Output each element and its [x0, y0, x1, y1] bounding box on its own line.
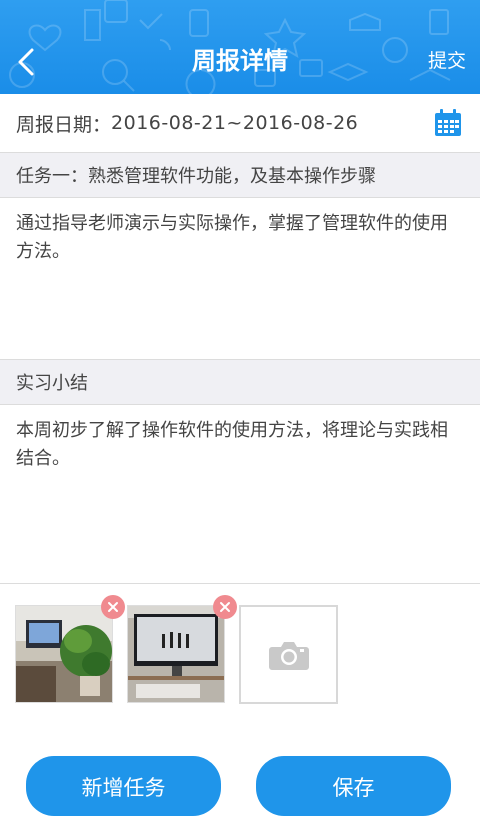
report-date-row[interactable]: 周报日期： 2016-08-21~2016-08-26 — [0, 94, 480, 153]
submit-button[interactable]: 提交 — [428, 48, 466, 74]
add-photo-button[interactable] — [239, 605, 338, 704]
calendar-icon[interactable] — [434, 109, 462, 137]
delete-photo-2-button[interactable] — [213, 595, 237, 619]
header-bar: 周报详情 提交 — [0, 0, 480, 94]
office-desk-plant-photo — [16, 606, 112, 702]
close-icon — [108, 602, 118, 612]
report-date-value: 2016-08-21~2016-08-26 — [111, 112, 359, 134]
report-date-label: 周报日期： — [16, 113, 112, 136]
summary-content-textarea[interactable]: 本周初步了解了操作软件的使用方法，将理论与实践相结合。 — [0, 405, 480, 584]
add-task-button[interactable]: 新增任务 — [26, 756, 221, 816]
task-title-bar: 任务一：熟悉管理软件功能，及基本操作步骤 — [0, 153, 480, 198]
delete-photo-1-button[interactable] — [101, 595, 125, 619]
camera-icon — [268, 641, 309, 670]
close-icon — [220, 602, 230, 612]
page-title: 周报详情 — [192, 47, 288, 75]
save-button[interactable]: 保存 — [256, 756, 451, 816]
task-content-textarea[interactable]: 通过指导老师演示与实际操作，掌握了管理软件的使用方法。 — [0, 198, 480, 360]
computer-monitor-photo — [128, 606, 224, 702]
photo-thumbnail-2[interactable] — [127, 605, 225, 703]
task-title: 任务一：熟悉管理软件功能，及基本操作步骤 — [16, 166, 376, 187]
photo-thumbnail-1[interactable] — [15, 605, 113, 703]
summary-title-bar: 实习小结 — [0, 360, 480, 405]
photo-attachments — [0, 584, 480, 724]
summary-title: 实习小结 — [16, 373, 88, 394]
